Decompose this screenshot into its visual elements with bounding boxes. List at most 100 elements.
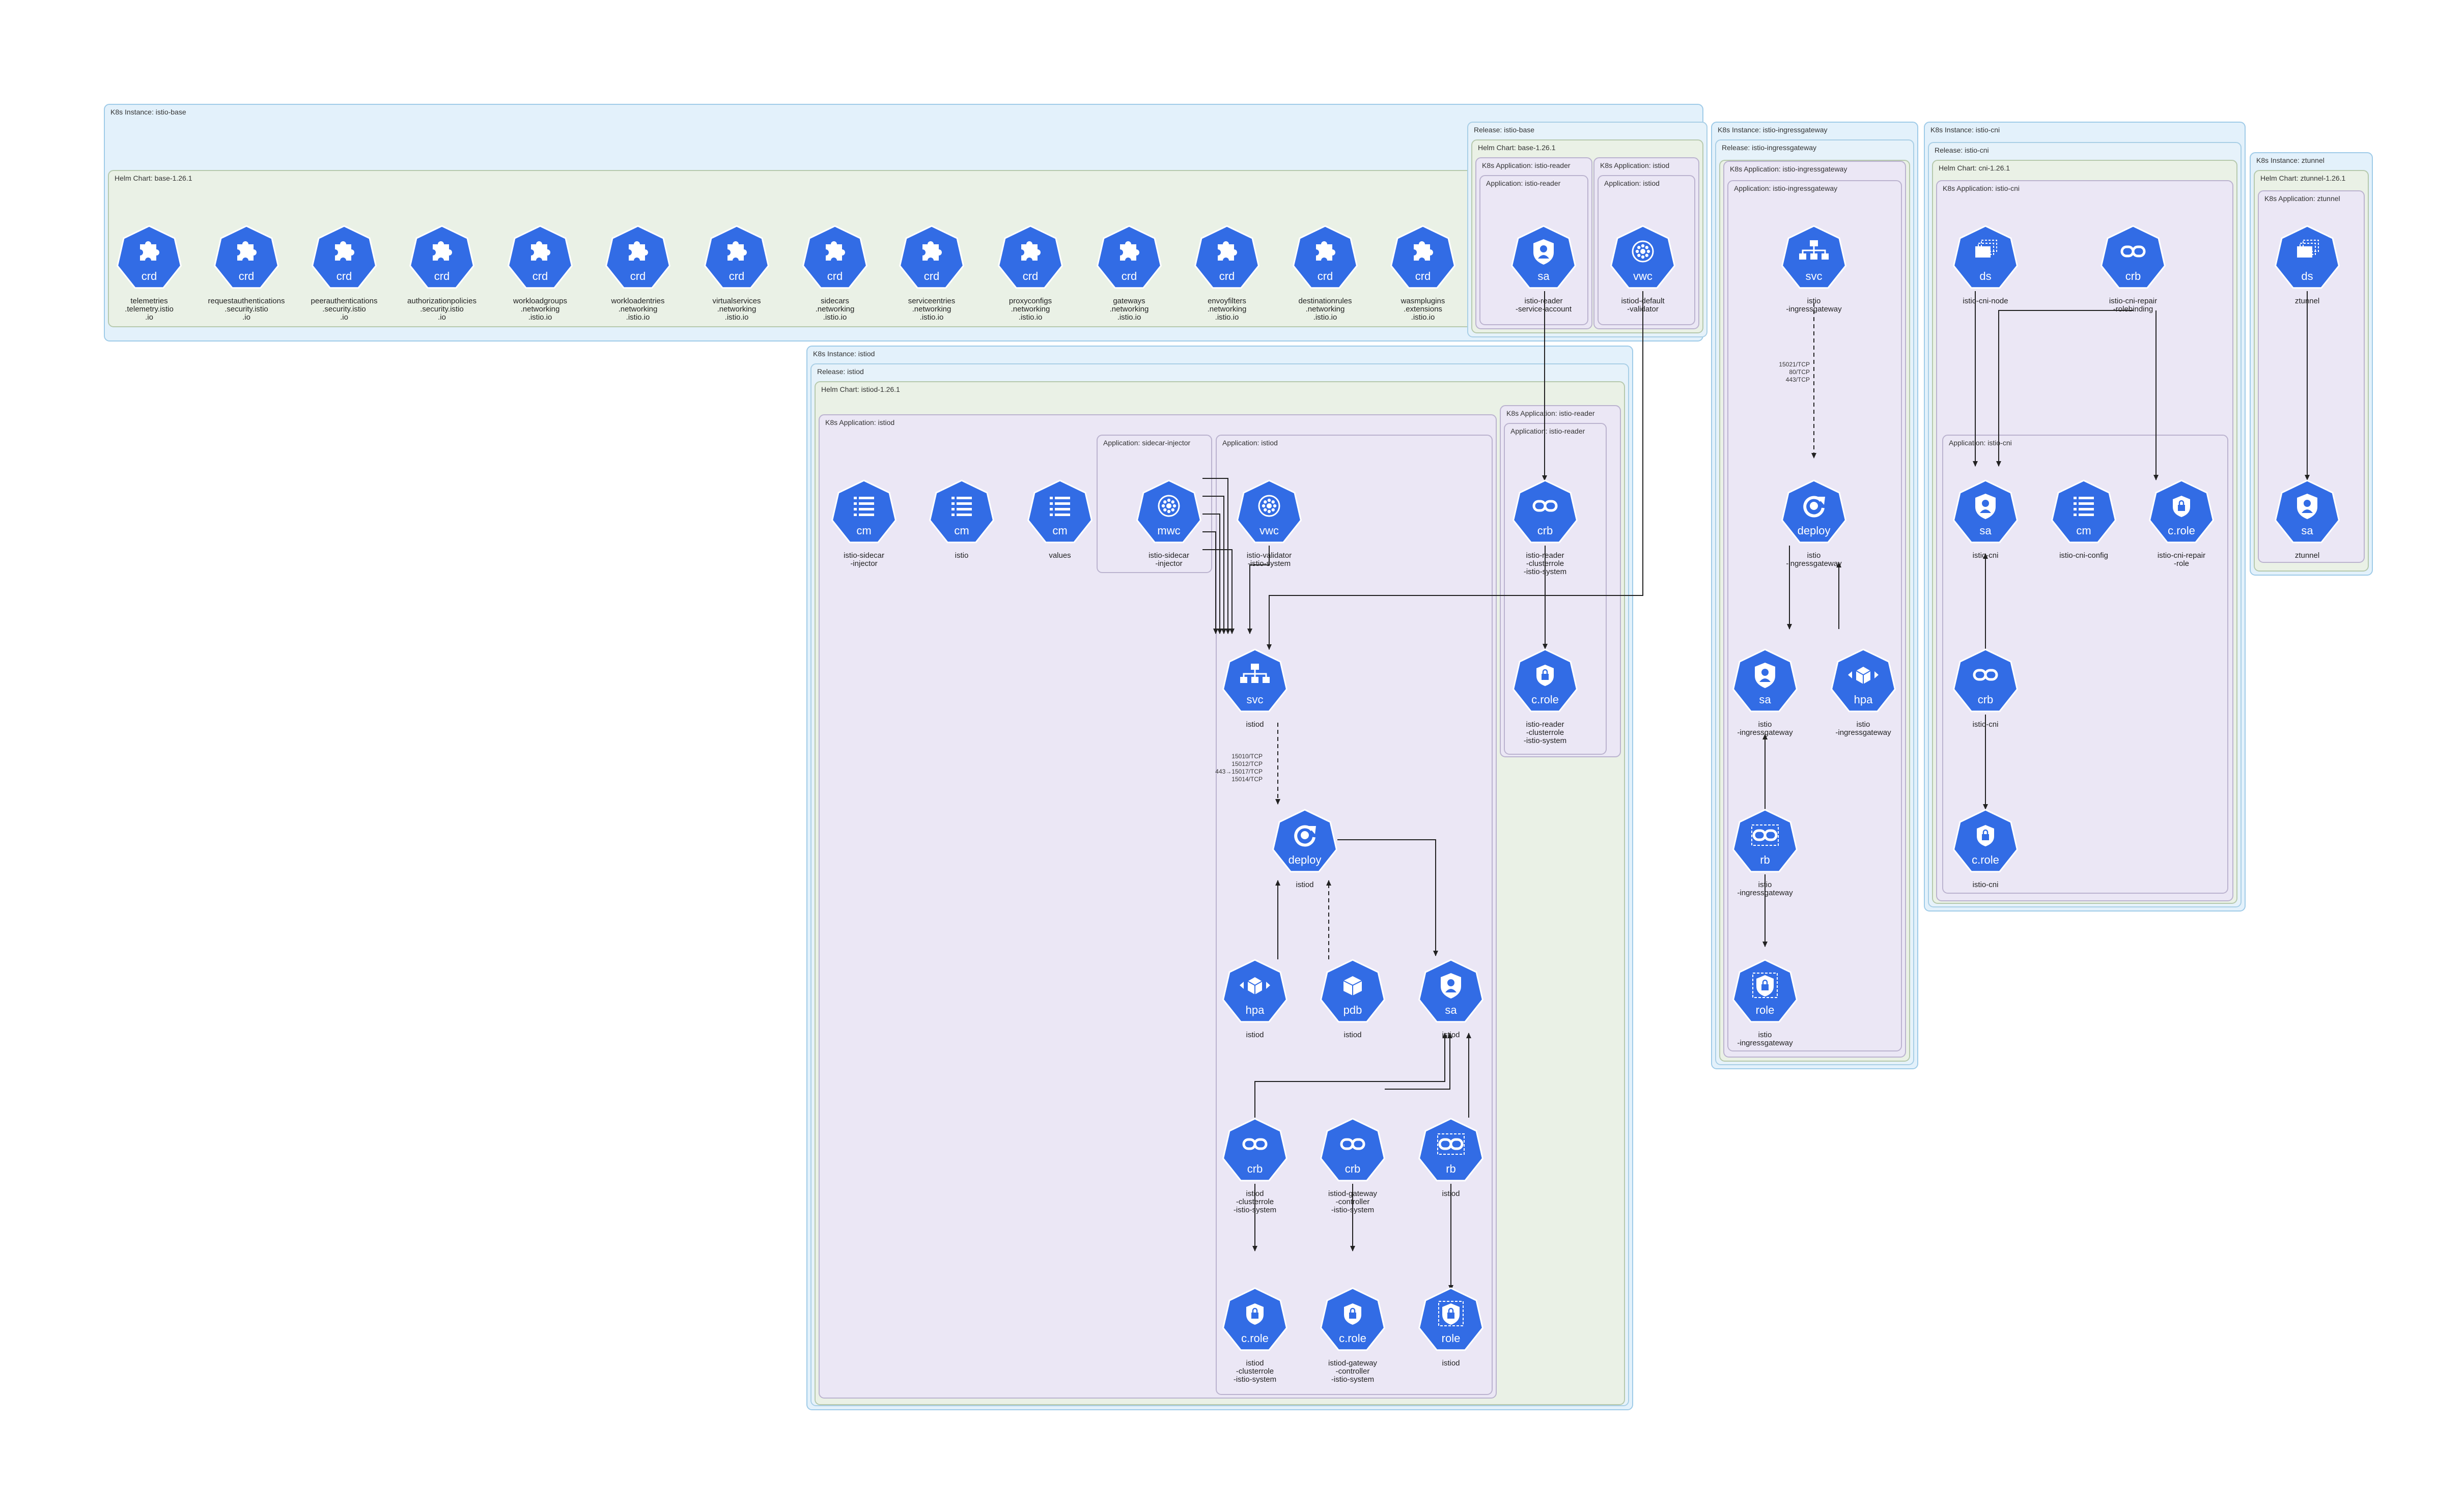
node-type: rb	[1446, 1162, 1456, 1175]
container-label: K8s Application: ztunnel	[2264, 194, 2340, 203]
container-label: Helm Chart: ztunnel-1.26.1	[2260, 174, 2346, 182]
architecture-diagram: K8s Instance: istio-base Helm Chart: base…	[104, 104, 2373, 1410]
container-label: Release: istio-cni	[1935, 146, 1989, 154]
node-label-line: -ingressgateway	[1737, 1039, 1793, 1047]
port-line: 443→15017/TCP	[1215, 768, 1263, 775]
node-label-line: .io	[340, 313, 348, 322]
node-type: crd	[142, 270, 157, 282]
node-label-line: istio-reader	[1526, 551, 1564, 560]
node-label-line: .istio.io	[920, 313, 944, 322]
node-label: values	[1049, 551, 1071, 560]
node-type: sa	[2301, 524, 2313, 537]
node-label: istio-cni-config	[2059, 551, 2108, 560]
node-label: istio-cni-node	[1963, 297, 2008, 305]
node-label-line: .istio.io	[725, 313, 749, 322]
node-type: c.role	[1972, 853, 1999, 866]
node-label: istiod	[1296, 880, 1313, 889]
node-label-line: .networking	[1208, 305, 1247, 314]
vwc-icon	[1632, 240, 1654, 263]
node-label-line: istio-sidecar	[1149, 551, 1189, 560]
node-crd1[interactable]: crd telemetries .telemetry.istio .io	[116, 225, 182, 322]
node-label-line: istio-cni-config	[2059, 551, 2108, 560]
node-label: istio-cni	[1973, 551, 1999, 560]
node-label-line: istiod	[1246, 720, 1264, 729]
node-label-line: istio	[1807, 297, 1821, 305]
node-label: istiod	[1442, 1359, 1460, 1368]
node-label-line: .io	[145, 313, 153, 322]
node-label-line: istiod-gateway	[1328, 1359, 1377, 1368]
container-label: Application: istio-cni	[1949, 439, 2012, 447]
node-label-line: -ingressgateway	[1786, 305, 1842, 314]
node-label-line: istio-validator	[1247, 551, 1292, 560]
node-type: crd	[434, 270, 450, 282]
node-label-line: istiod	[1296, 880, 1313, 889]
node-vwc_validator[interactable]: vwc istio-validator -istio-system	[1236, 479, 1302, 568]
node-type: sa	[1979, 524, 1992, 537]
node-label-line: -istio-system	[1524, 736, 1566, 745]
node-label-line: istiod	[1246, 1189, 1264, 1198]
node-label-line: -role	[2174, 559, 2189, 568]
node-type: c.role	[1531, 693, 1559, 706]
node-label-line: .networking	[1110, 305, 1149, 314]
node-label-line: istio	[1857, 720, 1870, 729]
node-label: istiod	[1246, 720, 1264, 729]
container-label: K8s Application: istio-ingressgateway	[1730, 165, 1847, 173]
node-type: cm	[1052, 524, 1067, 537]
node-crole_cni_repair[interactable]: c.role istio-cni-repair -role	[2148, 479, 2215, 568]
node-label-line: istio-cni-node	[1963, 297, 2008, 305]
node-label-line: .networking	[1011, 305, 1050, 314]
port-line: 15014/TCP	[1231, 776, 1263, 783]
node-type: crd	[827, 270, 843, 282]
node-label-line: envoyfilters	[1208, 297, 1246, 305]
node-type: vwc	[1633, 270, 1653, 282]
node-label-line: .networking	[912, 305, 951, 314]
container-label: Release: istio-base	[1474, 126, 1534, 134]
node-label-line: .networking	[521, 305, 560, 314]
node-label-line: istiod	[1442, 1189, 1460, 1198]
node-label-line: .security.istio	[322, 305, 366, 314]
node-type: role	[1756, 1004, 1775, 1016]
node-label: istiod	[1246, 1031, 1264, 1039]
node-label-line: -ingressgateway	[1786, 559, 1842, 568]
node-type: crd	[729, 270, 745, 282]
node-label-line: istio-sidecar	[844, 551, 884, 560]
port-line: 15010/TCP	[1231, 753, 1263, 760]
node-crb_cni_repair[interactable]: crb istio-cni-repair -rolebinding	[2100, 225, 2166, 314]
node-label-line: requestauthentications	[208, 297, 285, 305]
node-label: istiod	[1343, 1031, 1361, 1039]
node-type: crb	[1247, 1162, 1263, 1175]
node-type: ds	[1979, 270, 1991, 282]
node-label-line: workloadgroups	[513, 297, 567, 305]
node-label-line: ztunnel	[2295, 297, 2319, 305]
node-label-line: -ingressgateway	[1737, 728, 1793, 737]
container-label: Helm Chart: base-1.26.1	[1478, 144, 1556, 152]
node-label-line: -clusterrole	[1236, 1367, 1274, 1376]
node-type: crd	[533, 270, 548, 282]
container-label: K8s Application: istiod	[1600, 161, 1669, 169]
node-label-line: .io	[438, 313, 446, 322]
container-label: Application: istio-reader	[1486, 179, 1561, 187]
node-label-line: -clusterrole	[1526, 559, 1564, 568]
node-type: cm	[2076, 524, 2091, 537]
container-label: K8s Application: istio-reader	[1482, 161, 1571, 169]
node-type: c.role	[2168, 524, 2195, 537]
node-label-line: -istio-system	[1331, 1375, 1374, 1384]
node-label-line: istiod	[1246, 1031, 1264, 1039]
node-label-line: peerauthentications	[311, 297, 378, 305]
mwc-icon	[1158, 495, 1180, 517]
node-label-line: sidecars	[821, 297, 849, 305]
node-type: crd	[1122, 270, 1137, 282]
node-type: crd	[924, 270, 940, 282]
node-type: deploy	[1798, 524, 1831, 537]
node-type: ds	[2301, 270, 2313, 282]
node-label: istiod	[1442, 1031, 1460, 1039]
node-type: cm	[954, 524, 969, 537]
node-label-line: istiod	[1442, 1031, 1460, 1039]
node-type: pdb	[1343, 1004, 1362, 1016]
node-type: crd	[337, 270, 352, 282]
container-label: Application: istio-ingressgateway	[1734, 184, 1837, 192]
node-label-line: .networking	[717, 305, 757, 314]
node-label: istio-cni-repair -rolebinding	[2109, 297, 2157, 314]
node-type: hpa	[1246, 1004, 1265, 1016]
node-label-line: .istio.io	[626, 313, 650, 322]
